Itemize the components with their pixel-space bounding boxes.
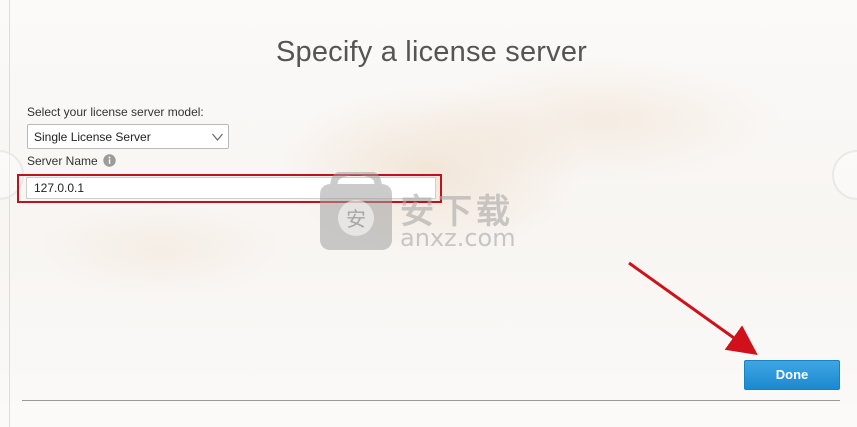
annotation-arrow-icon [628,261,758,355]
license-server-page: Specify a license server Select your lic… [0,0,857,427]
bottom-divider [22,400,840,401]
done-button[interactable]: Done [744,360,840,390]
